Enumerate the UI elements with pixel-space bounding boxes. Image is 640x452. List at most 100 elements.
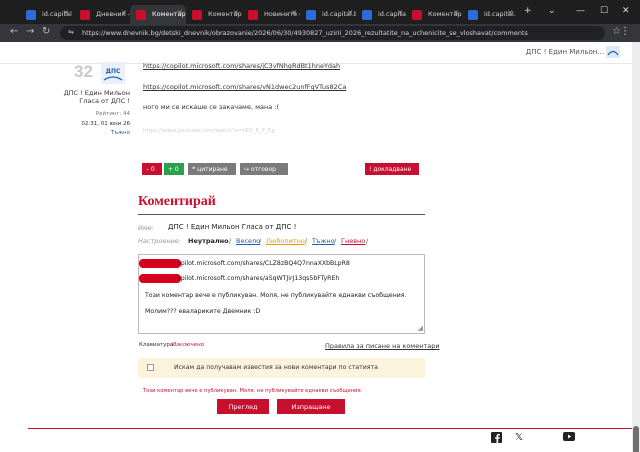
tab-2[interactable]: Дневник - Нов ✕ [74,5,130,24]
vote-down-button[interactable]: – 0 [142,163,162,175]
reload-icon[interactable]: ↻ [42,26,50,37]
idcapital-favicon-icon [362,10,372,20]
new-tab-button[interactable]: + [524,6,532,16]
mood-separator: / [366,237,369,245]
name-value: ДПС ! Един Мильон Гласа от ДПС ! [168,223,297,231]
mood-happy[interactable]: Весело [236,237,260,245]
mood-label: Настроение: [138,237,181,245]
quote-button[interactable]: ❝ цитиране [188,163,236,175]
submit-button[interactable]: Изпращане [277,399,345,414]
textarea-line-1: opilot.microsoft.com/shares/CLZ8zBQ4Q7nn… [177,260,350,267]
comment-number: 32 [74,62,93,81]
comment-link-1[interactable]: https://copilot.microsoft.com/shares/jC3… [143,62,340,70]
party-logo-icon [606,46,620,58]
tab-3-active[interactable]: Коментари ✕ [130,5,186,24]
resize-handle-icon[interactable]: ◢ [418,324,423,332]
youtube-icon[interactable] [563,432,575,444]
vote-up-button[interactable]: + 0 [164,163,184,175]
preview-button[interactable]: Преглед [217,399,269,414]
dnevnik-favicon-icon [192,10,202,20]
comment-author-rating: Рейтинг: 44 [95,111,130,117]
close-icon[interactable]: ✕ [397,9,403,17]
mood-separator: / [259,237,262,245]
idcapital-favicon-icon [26,10,36,20]
avatar-logo-text: ДПС [106,68,121,75]
comment-author-name[interactable]: ДПС ! Един Мильон Гласа от ДПС ! [58,89,130,105]
tab-6[interactable]: id.capital.bg | ✕ [300,5,356,24]
reply-icon: ↪ [244,166,251,173]
url-text: https://www.dnevnik.bg/detski_dnevnik/ob… [82,29,528,37]
close-icon[interactable]: ✕ [453,9,459,17]
x-twitter-icon[interactable]: 𝕏 [515,432,523,443]
tab-8[interactable]: Коментари - I ✕ [406,5,462,24]
scrollbar-thumb[interactable] [633,426,639,452]
page-viewport: ДПС ! Един Мильон... 32 ДПС ДПС ! Един М… [0,42,640,452]
close-icon[interactable]: ✕ [63,9,69,17]
comment-text: ного ми се искаше се закачаме, мана :( [143,103,279,111]
maximize-icon[interactable]: ☐ [600,6,608,16]
report-label: докладване [373,166,412,173]
back-icon[interactable]: ← [10,26,18,37]
close-icon[interactable]: ✕ [347,9,353,17]
close-icon[interactable]: ✕ [291,9,297,17]
redaction-mark [139,259,181,268]
browser-tab-strip: id.capital.bg Tı ✕ Дневник - Нов ✕ Комен… [0,0,640,24]
comment-form-title: Коментирай [138,194,216,209]
tab-search-icon[interactable]: ⌄ [548,6,556,16]
mood-angry[interactable]: Гневно [341,237,365,245]
close-icon[interactable]: ✕ [121,9,127,17]
comment-textarea[interactable]: opilot.microsoft.com/shares/CLZ8zBQ4Q7nn… [138,254,425,334]
keyboard-label: Клавиатура: [139,342,176,348]
textarea-line-3: Този коментар вече е публикуван. Моля, н… [145,292,407,299]
forward-icon[interactable]: → [26,26,34,37]
mood-separator: / [305,237,308,245]
mood-separator: / [334,237,337,245]
dnevnik-favicon-icon [248,10,258,20]
dnevnik-favicon-icon [80,10,90,20]
comment-mood: Тъжно [110,130,130,136]
dnevnik-favicon-icon [412,10,422,20]
mood-sad[interactable]: Тъжно [312,237,335,245]
name-label: Име: [138,224,154,232]
comment-faded-link[interactable]: https://www.youtube.com/watch?v=iiEX_E_F… [143,128,275,134]
tab-9[interactable]: id.capital.bg | ✕ [462,5,516,24]
tab-1[interactable]: id.capital.bg Tı ✕ [20,5,72,24]
user-strip: ДПС ! Един Мильон... [0,42,632,64]
reply-label: отговор [250,166,276,173]
author-avatar-logo-icon: ДПС [101,62,125,84]
tab-4[interactable]: Коментари - Г ✕ [186,5,242,24]
footer-divider [28,428,632,429]
notify-label: Искам да получавам известия за нови коме… [174,364,378,371]
duplicate-warning: Този коментар вече е публикуван. Моля, н… [143,388,363,394]
reply-button[interactable]: ↪ отговор [240,163,288,175]
address-bar[interactable]: ⇋ https://www.dnevnik.bg/detski_dnevnik/… [60,26,605,40]
report-button[interactable]: ! докладване [365,163,419,175]
tab-7[interactable]: id.capital.bg | ✕ [356,5,406,24]
header-user-name[interactable]: ДПС ! Един Мильон... [526,48,604,56]
mood-neutral[interactable]: Неутрално [188,237,229,245]
close-icon[interactable]: ✕ [177,9,183,17]
mood-curious[interactable]: Любопитно [266,237,305,245]
close-icon[interactable]: ✕ [507,9,513,17]
idcapital-favicon-icon [306,10,316,20]
title-divider [138,214,425,215]
site-info-icon[interactable]: ⇋ [68,28,74,36]
textarea-line-4: Молим??? евалариките Двемник :D [145,308,261,315]
minimize-icon[interactable]: — [576,6,585,16]
close-icon[interactable]: ✕ [233,9,239,17]
keyboard-toggle[interactable]: Изключено [172,342,204,348]
mood-separator: / [229,237,232,245]
comment-date: 02:31, 01 юни 26 [81,121,130,127]
browser-toolbar: ← → ↻ ⇋ https://www.dnevnik.bg/detski_dn… [0,24,640,42]
comment-link-2[interactable]: https://copilot.microsoft.com/shares/vN1… [143,83,346,91]
tab-5[interactable]: Новините от д ✕ [242,5,300,24]
idcapital-favicon-icon [468,10,478,20]
facebook-icon[interactable] [491,432,502,446]
comment-rules-link[interactable]: Правила за писане на коментари [325,342,440,350]
page-scrollbar[interactable] [632,42,640,452]
browser-menu-icon[interactable]: ⋮ [620,26,630,37]
notify-checkbox[interactable] [147,364,154,371]
textarea-line-2: opilot.microsoft.com/shares/aSqWTJirJ13q… [177,275,340,282]
quote-label: цитиране [197,166,228,173]
close-window-icon[interactable]: ✕ [622,6,630,16]
